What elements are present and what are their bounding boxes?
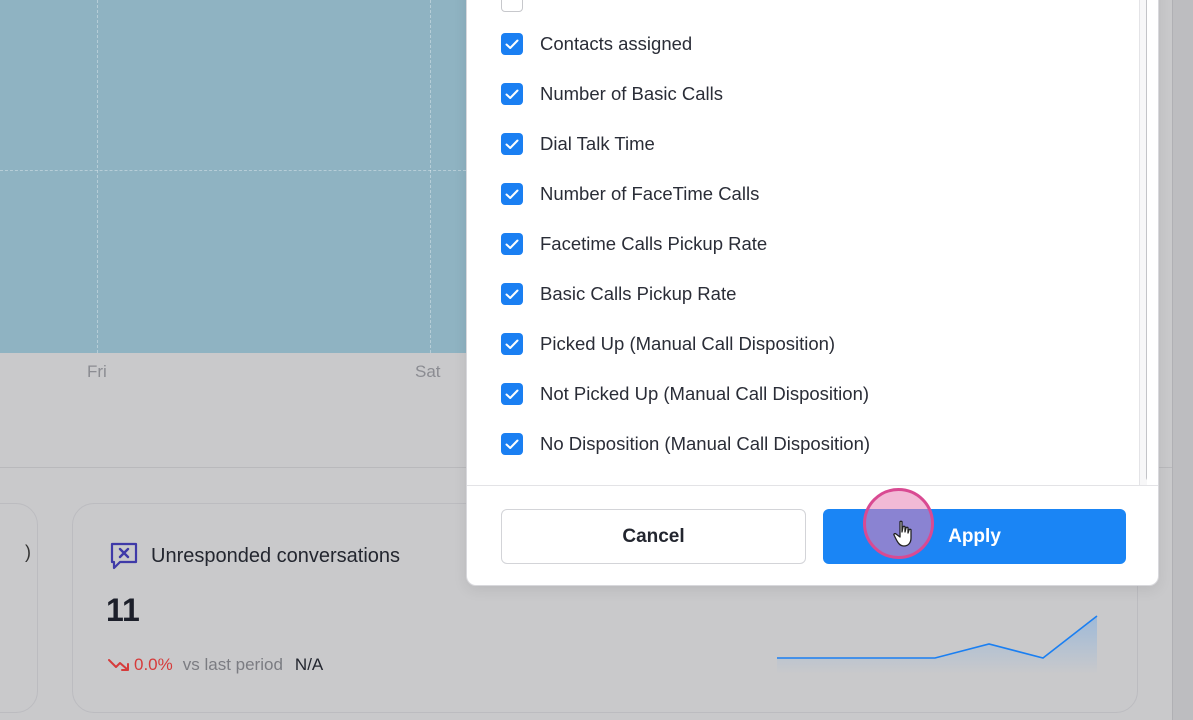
page-scrollbar[interactable] (1172, 0, 1193, 720)
trend-comparison-label: vs last period (182, 655, 283, 674)
check-icon (505, 439, 519, 449)
stat-card-trend: 0.0% vs last period N/A (108, 655, 323, 675)
check-icon (505, 39, 519, 49)
check-icon (505, 189, 519, 199)
trend-percent: 0.0% (134, 655, 173, 674)
trend-down-icon (108, 659, 129, 671)
metrics-list: Contacts assigned Number of Basic Calls … (467, 0, 1147, 485)
check-icon (505, 389, 519, 399)
list-item-label: Facetime Calls Pickup Rate (540, 233, 768, 254)
list-item-label: Number of FaceTime Calls (540, 183, 760, 204)
trend-value: N/A (294, 655, 324, 674)
x-tick-sat: Sat (415, 362, 441, 381)
checkbox-checked[interactable] (501, 183, 523, 205)
check-icon (505, 289, 519, 299)
list-item-label: Basic Calls Pickup Rate (540, 283, 737, 304)
stat-card-partial: ) (0, 503, 38, 713)
checkbox-checked[interactable] (501, 283, 523, 305)
list-item[interactable]: Basic Calls Pickup Rate (501, 282, 736, 306)
cancel-button[interactable]: Cancel (501, 509, 806, 564)
list-item[interactable]: Not Picked Up (Manual Call Disposition) (501, 382, 869, 406)
list-item[interactable]: Contacts assigned (501, 32, 692, 56)
message-x-icon (110, 542, 138, 570)
check-icon (505, 89, 519, 99)
list-item[interactable]: Number of FaceTime Calls (501, 182, 759, 206)
checkbox[interactable] (501, 0, 523, 12)
list-item[interactable]: Number of Basic Calls (501, 82, 723, 106)
list-item[interactable]: Picked Up (Manual Call Disposition) (501, 332, 835, 356)
checkbox-checked[interactable] (501, 333, 523, 355)
modal-scrollbar[interactable] (1139, 0, 1147, 485)
stat-card-fragment: ) (25, 542, 31, 562)
list-item-label: Number of Basic Calls (540, 83, 724, 104)
list-item-label: Not Picked Up (Manual Call Disposition) (540, 383, 870, 404)
list-item[interactable]: Facetime Calls Pickup Rate (501, 232, 767, 256)
checkbox-checked[interactable] (501, 383, 523, 405)
chart-gridline (430, 0, 431, 353)
stat-card-value: 11 (106, 592, 140, 628)
list-item-label: Dial Talk Time (540, 133, 655, 154)
stat-card-title: Unresponded conversations (151, 545, 401, 567)
check-icon (505, 239, 519, 249)
list-item-partial[interactable] (501, 0, 540, 13)
pointer-hand-icon (893, 520, 912, 547)
scrollbar-thumb[interactable] (1146, 0, 1147, 481)
checkbox-checked[interactable] (501, 83, 523, 105)
checkbox-checked[interactable] (501, 233, 523, 255)
metrics-selection-modal: Contacts assigned Number of Basic Calls … (466, 0, 1159, 586)
chart-plot-area (0, 0, 466, 353)
chart-gridline (0, 170, 466, 171)
list-item[interactable]: Dial Talk Time (501, 132, 655, 156)
checkbox-checked[interactable] (501, 133, 523, 155)
check-icon (505, 139, 519, 149)
sparkline (777, 615, 1098, 674)
checkbox-checked[interactable] (501, 433, 523, 455)
list-item-label: No Disposition (Manual Call Disposition) (540, 433, 871, 454)
x-tick-fri: Fri (87, 362, 107, 381)
list-item[interactable]: No Disposition (Manual Call Disposition) (501, 432, 870, 456)
modal-footer-divider (467, 485, 1158, 486)
check-icon (505, 339, 519, 349)
list-item-label: Contacts assigned (540, 33, 693, 54)
list-item-label: Picked Up (Manual Call Disposition) (540, 333, 836, 354)
chart-gridline (97, 0, 98, 353)
checkbox-checked[interactable] (501, 33, 523, 55)
